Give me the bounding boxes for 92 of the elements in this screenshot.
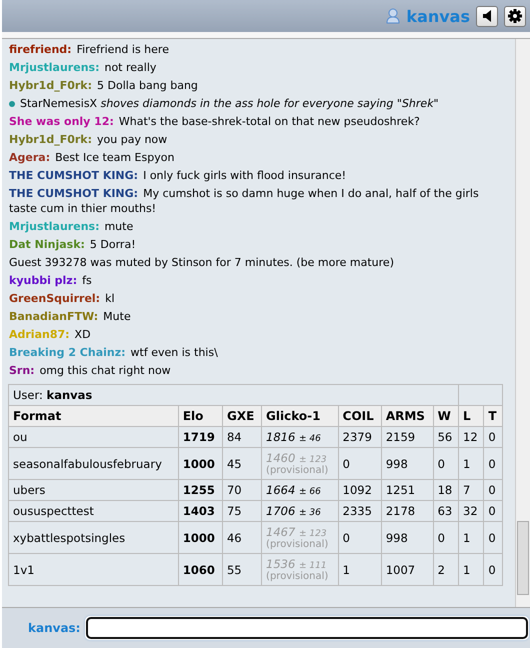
- user-caption: User: kanvas: [8, 384, 458, 406]
- table-cell: 1v1: [8, 554, 178, 586]
- table-cell: 12: [458, 426, 484, 448]
- dot-icon: [9, 101, 15, 107]
- column-header: L: [458, 406, 484, 426]
- table-cell: 1007: [381, 554, 434, 586]
- table-cell: 1536 ± 111 (provisional): [262, 554, 338, 586]
- table-cell: 84: [222, 426, 262, 448]
- chat-message: Srn: omg this chat right now: [8, 363, 172, 378]
- table-cell: 1092: [338, 480, 382, 500]
- table-cell: oususpecttest: [8, 500, 178, 522]
- chat-message: firefriend: Firefriend is here: [8, 42, 170, 57]
- table-cell: 0: [484, 554, 502, 586]
- message-input[interactable]: [86, 617, 528, 639]
- column-header: Elo: [178, 406, 222, 426]
- table-cell: 0: [484, 480, 502, 500]
- table-cell: 45: [222, 448, 262, 480]
- table-cell: 1000: [178, 522, 222, 554]
- chat-message: She was only 12: What's the base-shrek-total on that new pseudoshrek?: [8, 114, 421, 129]
- table-cell: 1467 ± 123 (provisional): [262, 522, 338, 554]
- chat-message: THE CUMSHOT KING: I only fuck girls with flood insurance!: [8, 168, 348, 183]
- table-cell: 1: [458, 554, 484, 586]
- chat-message: Mrjustlaurens: not really: [8, 60, 158, 75]
- table-cell: 2178: [381, 500, 434, 522]
- table-cell: 46: [222, 522, 262, 554]
- chat-message: kyubbi plz: fs: [8, 273, 93, 288]
- column-header: T: [484, 406, 502, 426]
- table-cell: 1000: [178, 448, 222, 480]
- table-cell: 1: [458, 448, 484, 480]
- table-cell: ubers: [8, 480, 178, 500]
- table-cell: 1: [338, 554, 382, 586]
- table-cell: 998: [381, 522, 434, 554]
- table-cell: 1719: [178, 426, 222, 448]
- table-cell: 32: [458, 500, 484, 522]
- speaker-icon: [482, 10, 492, 22]
- table-cell: 56: [433, 426, 458, 448]
- table-cell: 7: [458, 480, 484, 500]
- table-cell: 0: [433, 448, 458, 480]
- column-header: Format: [8, 406, 178, 426]
- sound-button[interactable]: [476, 6, 498, 26]
- table-cell: 1251: [381, 480, 434, 500]
- column-header: COIL: [338, 406, 382, 426]
- chat-message: Agera: Best Ice team Espyon: [8, 150, 176, 165]
- table-cell: 0: [338, 522, 382, 554]
- table-cell: 1403: [178, 500, 222, 522]
- table-cell: 18: [433, 480, 458, 500]
- column-header: ARMS: [381, 406, 434, 426]
- table-cell: ou: [8, 426, 178, 448]
- chat-message: Hybr1d_F0rk: 5 Dolla bang bang: [8, 78, 199, 93]
- table-cell: 1060: [178, 554, 222, 586]
- user-icon: [386, 8, 400, 24]
- table-cell: 75: [222, 500, 262, 522]
- system-message: Guest 393278 was muted by Stinson for 7 minutes. (be more mature): [8, 255, 395, 270]
- table-cell: 0: [484, 448, 502, 480]
- table-cell: 1816 ± 46: [262, 426, 338, 448]
- table-cell: 998: [381, 448, 434, 480]
- username[interactable]: kanvas: [406, 6, 470, 26]
- table-cell: 2: [433, 554, 458, 586]
- emote-message: StarNemesisX shoves diamonds in the ass hole for everyone saying "Shrek": [8, 96, 509, 111]
- table-cell: 1706 ± 36: [262, 500, 338, 522]
- chat-message: Hybr1d_F0rk: you pay now: [8, 132, 168, 147]
- table-cell: 2335: [338, 500, 382, 522]
- column-header: GXE: [222, 406, 262, 426]
- chat-message: BanadianFTW: Mute: [8, 309, 132, 324]
- settings-button[interactable]: [504, 6, 526, 26]
- table-cell: 2379: [338, 426, 382, 448]
- chat-message: Breaking 2 Chainz: wtf even is this\: [8, 345, 219, 360]
- table-cell: 0: [484, 500, 502, 522]
- table-cell: 70: [222, 480, 262, 500]
- table-cell: 55: [222, 554, 262, 586]
- table-cell: 0: [433, 522, 458, 554]
- table-cell: xybattlespotsingles: [8, 522, 178, 554]
- chat-message: Dat Ninjask: 5 Dorra!: [8, 237, 137, 252]
- table-cell: 1: [458, 522, 484, 554]
- scrollbar[interactable]: [515, 39, 530, 607]
- table-cell: 2159: [381, 426, 434, 448]
- table-cell: 0: [484, 426, 502, 448]
- table-cell: 1460 ± 123 (provisional): [262, 448, 338, 480]
- table-cell: 1255: [178, 480, 222, 500]
- chat-message: GreenSquirrel: kl: [8, 291, 116, 306]
- table-cell: seasonalfabulousfebruary: [8, 448, 178, 480]
- settings-icon: [508, 9, 522, 23]
- table-cell: 0: [484, 522, 502, 554]
- column-header: W: [433, 406, 458, 426]
- composer-label: kanvas:: [28, 621, 80, 635]
- table-cell: 0: [338, 448, 382, 480]
- chat-message: Adrian87: XD: [8, 327, 92, 342]
- chat-message: Mrjustlaurens: mute: [8, 219, 134, 234]
- chat-message: THE CUMSHOT KING: My cumshot is so damn huge when I do anal, half of the girls taste cum in thier mouths!: [8, 186, 480, 216]
- column-header: Glicko-1: [262, 406, 338, 426]
- table-cell: 1664 ± 66: [262, 480, 338, 500]
- table-cell: 63: [433, 500, 458, 522]
